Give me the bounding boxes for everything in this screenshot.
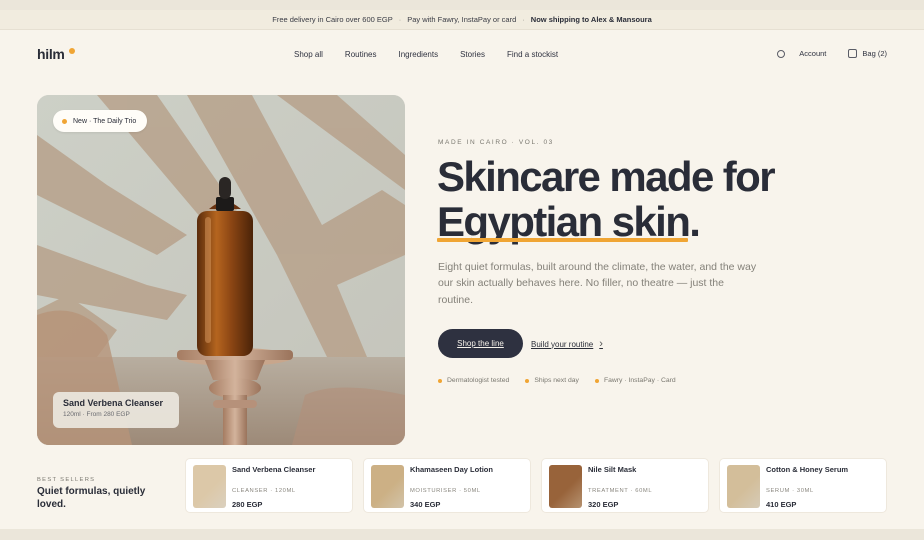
hero-kicker: MADE IN CAIRO · VOL. 03 — [438, 139, 554, 146]
headline-underlined: Egyptian skin — [437, 198, 691, 245]
product-thumbnail — [193, 465, 226, 508]
badge-dot-icon — [62, 118, 67, 124]
logo-dot-icon — [68, 48, 75, 54]
product-name: Nile Silt Mask — [588, 465, 637, 474]
hero-headline: Skincare made for Egyptian skin. — [437, 153, 776, 245]
product-category: CLEANSER · 120ML — [232, 488, 296, 494]
dot-icon — [594, 378, 599, 383]
featured-product-sub: 120ml · From 280 EGP — [63, 411, 130, 418]
nav-link-stockist[interactable]: Find a stockist — [507, 50, 558, 59]
feature-item: Ships next day — [525, 377, 579, 384]
featured-product-card[interactable]: Sand Verbena Cleanser 120ml · From 280 E… — [53, 392, 179, 428]
shop-the-line-button[interactable]: Shop the line — [438, 329, 523, 358]
product-card[interactable]: Sand Verbena Cleanser CLEANSER · 120ML 2… — [185, 458, 353, 513]
nav-links: Shop all Routines Ingredients Stories Fi… — [294, 50, 558, 59]
product-price: 340 EGP — [410, 500, 441, 509]
best-sellers-kicker: BEST SELLERS — [37, 477, 96, 483]
new-badge[interactable]: New · The Daily Trio — [53, 110, 148, 132]
main-nav: hilm Shop all Routines Ingredients Stori… — [0, 30, 924, 80]
product-card[interactable]: Cotton & Honey Serum SERUM · 30ML 410 EG… — [719, 458, 887, 513]
dot-icon — [525, 378, 530, 383]
product-thumbnail — [371, 465, 404, 508]
chevron-right-icon: › — [599, 338, 603, 350]
best-sellers-title: Quiet formulas, quietly loved. — [37, 486, 146, 510]
product-name: Sand Verbena Cleanser — [232, 465, 316, 474]
build-routine-link[interactable]: Build your routine › — [531, 338, 603, 350]
announcement-bar: Free delivery in Cairo over 600 EGP · Pa… — [0, 10, 924, 30]
account-link[interactable]: Account — [799, 49, 826, 58]
product-thumbnail — [727, 465, 760, 508]
logo[interactable]: hilm — [37, 46, 75, 62]
bag-icon[interactable] — [848, 49, 858, 58]
feature-item: Dermatologist tested — [438, 377, 509, 384]
nav-actions: Account Bag (2) — [777, 49, 887, 58]
product-thumbnail — [549, 465, 582, 508]
nav-link-stories[interactable]: Stories — [460, 50, 485, 59]
nav-link-shop-all[interactable]: Shop all — [294, 50, 323, 59]
product-card[interactable]: Nile Silt Mask TREATMENT · 60ML 320 EGP — [541, 458, 709, 513]
product-name: Khamaseen Day Lotion — [410, 465, 493, 474]
product-category: TREATMENT · 60ML — [588, 488, 653, 494]
trust-features: Dermatologist tested Ships next day Fawr… — [438, 377, 676, 384]
hero-image: New · The Daily Trio Sand Verbena Cleans… — [37, 95, 405, 445]
featured-product-title: Sand Verbena Cleanser — [63, 398, 164, 408]
search-icon[interactable] — [777, 49, 786, 58]
bag-link[interactable]: Bag (2) — [862, 49, 887, 58]
announcement-item: Free delivery in Cairo over 600 EGP — [272, 15, 393, 24]
product-price: 320 EGP — [588, 500, 619, 509]
product-category: MOISTURISER · 50ML — [410, 488, 481, 494]
hero-lede: Eight quiet formulas, built around the c… — [438, 261, 757, 306]
announcement-item: Now shipping to Alex & Mansoura — [530, 15, 652, 24]
announcement-item: Pay with Fawry, InstaPay or card — [407, 15, 517, 24]
product-price: 280 EGP — [232, 500, 263, 509]
product-price: 410 EGP — [766, 500, 797, 509]
product-name: Cotton & Honey Serum — [766, 465, 849, 474]
nav-link-routines[interactable]: Routines — [345, 50, 377, 59]
dot-icon — [438, 378, 442, 383]
nav-link-ingredients[interactable]: Ingredients — [399, 50, 439, 59]
feature-item: Fawry · InstaPay · Card — [594, 377, 676, 384]
product-category: SERUM · 30ML — [766, 488, 814, 494]
product-card[interactable]: Khamaseen Day Lotion MOISTURISER · 50ML … — [363, 458, 531, 513]
